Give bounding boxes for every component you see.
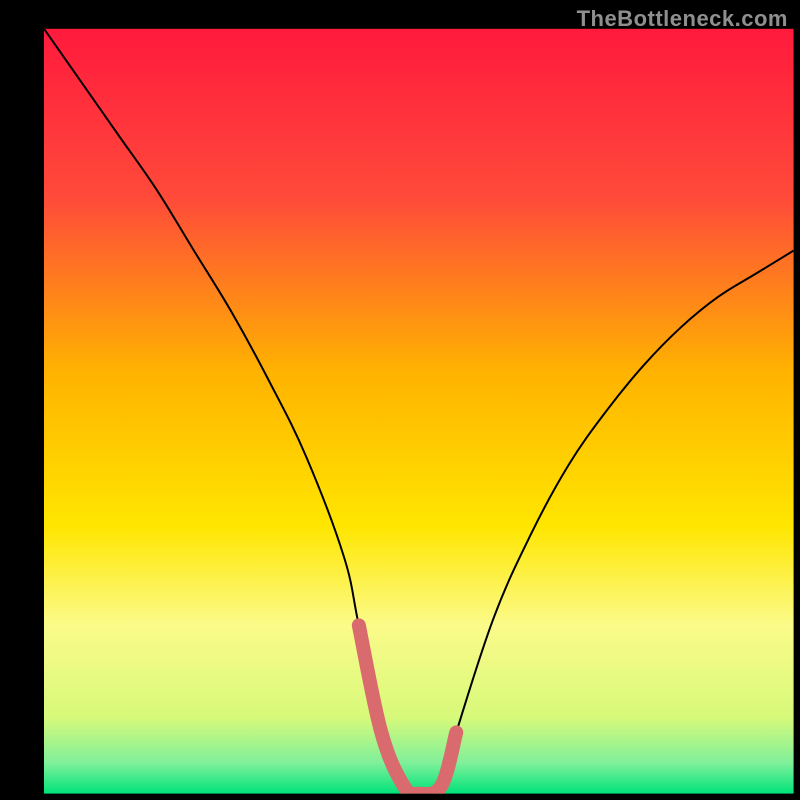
bottleneck-chart [0,0,800,800]
watermark-text: TheBottleneck.com [577,6,788,32]
chart-stage: TheBottleneck.com [0,0,800,800]
gradient-background [44,29,794,794]
